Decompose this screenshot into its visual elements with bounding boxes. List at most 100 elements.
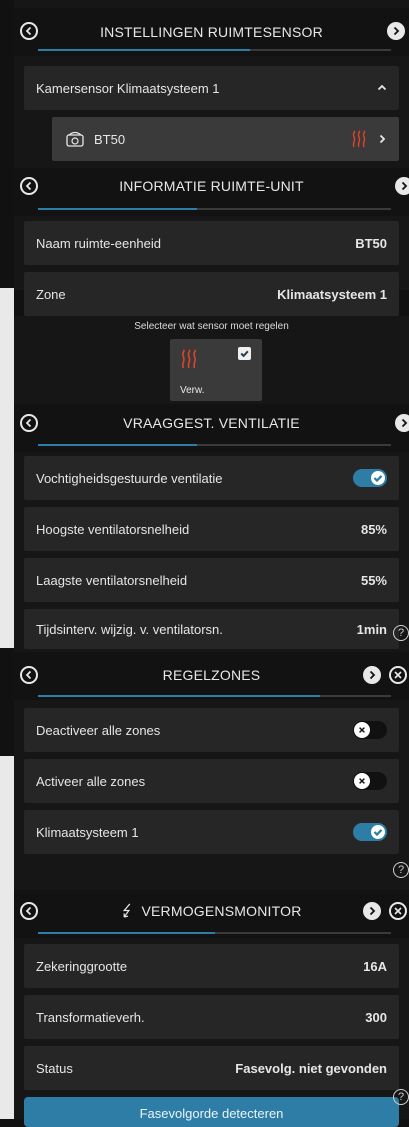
row-value: BT50 xyxy=(355,235,387,251)
close-icon xyxy=(394,671,402,679)
zone-row-deactiveer[interactable]: Deactiveer alle zones xyxy=(24,708,399,752)
background-strip xyxy=(0,288,14,648)
chevron-right-icon xyxy=(393,26,400,36)
close-button[interactable] xyxy=(389,902,407,920)
row-value: 16A xyxy=(363,958,387,974)
progress-bar xyxy=(38,208,391,210)
ruimtesensor-header: INSTELLINGEN RUIMTESENSOR xyxy=(14,8,409,56)
monitor-row-transformatie[interactable]: Transformatieverh. 300 xyxy=(24,995,399,1039)
row-label: Zone xyxy=(36,286,66,302)
checkmark-icon xyxy=(373,475,383,483)
row-value: 1min xyxy=(356,621,387,637)
help-icon[interactable]: ? xyxy=(393,625,409,641)
chevron-right-icon xyxy=(369,906,376,916)
progress-bar xyxy=(38,695,391,697)
zone-row-klimaatsysteem[interactable]: Klimaatsysteem 1 xyxy=(24,810,399,854)
sensor-prompt: Selecteer wat sensor moet regelen xyxy=(134,321,289,332)
zone-row-activeer[interactable]: Activeer alle zones xyxy=(24,759,399,803)
ventilatie-row-hoogste[interactable]: Hoogste ventilatorsnelheid 85% xyxy=(24,507,399,551)
heating-icon xyxy=(181,349,197,369)
detect-phase-button[interactable]: Fasevolgorde detecteren xyxy=(24,1097,399,1127)
chevron-right-icon xyxy=(401,181,408,191)
toggle-knob xyxy=(371,825,385,839)
device-row-bt50[interactable]: BT50 xyxy=(52,117,399,161)
device-name: BT50 xyxy=(94,131,126,147)
x-icon xyxy=(359,778,365,784)
room-sensor-icon xyxy=(66,131,84,147)
progress-fill xyxy=(38,444,197,446)
chevron-right-icon xyxy=(401,418,408,428)
chevron-right-icon xyxy=(369,670,376,680)
info-row-zone[interactable]: Zone Klimaatsysteem 1 xyxy=(24,272,399,316)
section-title: REGELZONES xyxy=(162,667,261,683)
row-label: Klimaatsysteem 1 xyxy=(36,824,139,840)
row-value: 85% xyxy=(360,521,387,537)
row-label: Naam ruimte-eenheid xyxy=(36,235,162,251)
row-label: Laagste ventilatorsnelheid xyxy=(36,572,188,588)
close-icon xyxy=(394,907,402,915)
row-label: Activeer alle zones xyxy=(36,773,146,789)
toggle-knob xyxy=(354,722,370,738)
toggle-switch-off[interactable] xyxy=(353,772,387,790)
section-title: VRAAGGEST. VENTILATIE xyxy=(123,415,300,431)
progress-fill xyxy=(38,932,215,934)
group-row-kamersensor[interactable]: Kamersensor Klimaatsysteem 1 xyxy=(24,66,399,110)
progress-fill xyxy=(38,695,321,697)
x-icon xyxy=(359,727,365,733)
close-button[interactable] xyxy=(389,666,407,684)
progress-bar xyxy=(38,444,391,446)
forward-button[interactable] xyxy=(363,666,381,684)
progress-bar xyxy=(38,932,391,934)
toggle-knob xyxy=(371,471,385,485)
forward-button[interactable] xyxy=(395,177,409,195)
ventilatie-row-tijdsinterval[interactable]: Tijdsinterv. wijzig. v. ventilatorsn. 1m… xyxy=(24,609,399,649)
row-label: Tijdsinterv. wijzig. v. ventilatorsn. xyxy=(36,621,223,637)
progress-fill xyxy=(38,208,197,210)
lightning-icon xyxy=(123,903,131,918)
chevron-up-icon xyxy=(377,84,387,91)
row-value: Fasevolg. niet gevonden xyxy=(235,1060,387,1076)
forward-button[interactable] xyxy=(395,414,409,432)
help-icon[interactable]: ? xyxy=(393,862,409,878)
row-label: Zekeringgrootte xyxy=(36,958,128,974)
ruimte-unit-header: INFORMATIE RUIMTE-UNIT xyxy=(14,168,409,216)
progress-bar xyxy=(38,49,391,51)
toggle-switch-on[interactable] xyxy=(353,469,387,487)
section-title: INFORMATIE RUIMTE-UNIT xyxy=(119,178,304,194)
heating-icon xyxy=(352,130,366,148)
ventilatie-header: VRAAGGEST. VENTILATIE xyxy=(14,404,409,452)
section-title: INSTELLINGEN RUIMTESENSOR xyxy=(100,24,323,40)
row-label: Status xyxy=(36,1060,73,1076)
row-label: Vochtigheidsgestuurde ventilatie xyxy=(36,470,223,486)
chevron-right-icon xyxy=(379,134,386,144)
progress-fill xyxy=(38,49,250,51)
checkbox-checked[interactable] xyxy=(238,347,251,360)
toggle-switch-on[interactable] xyxy=(353,823,387,841)
vermogensmonitor-title: VERMOGENSMONITOR xyxy=(14,903,409,919)
group-label: Kamersensor Klimaatsysteem 1 xyxy=(36,80,220,96)
row-value: 300 xyxy=(365,1009,387,1025)
vermogensmonitor-header: VERMOGENSMONITOR xyxy=(14,890,409,938)
checkmark-icon xyxy=(373,829,383,837)
monitor-row-zekering[interactable]: Zekeringgrootte 16A xyxy=(24,944,399,988)
ventilatie-row-vochtigheid[interactable]: Vochtigheidsgestuurde ventilatie xyxy=(24,456,399,500)
monitor-row-status[interactable]: Status Fasevolg. niet gevonden xyxy=(24,1046,399,1090)
toggle-knob xyxy=(354,773,370,789)
row-label: Deactiveer alle zones xyxy=(36,722,161,738)
section-title: VERMOGENSMONITOR xyxy=(141,903,302,919)
regelzones-header: REGELZONES xyxy=(14,652,409,700)
info-row-naam[interactable]: Naam ruimte-eenheid BT50 xyxy=(24,221,399,265)
toggle-switch-off[interactable] xyxy=(353,721,387,739)
background-strip xyxy=(0,756,14,1119)
row-value: Klimaatsysteem 1 xyxy=(277,286,387,302)
row-label: Transformatieverh. xyxy=(36,1009,145,1025)
sensor-option-verw[interactable]: Verw. xyxy=(170,339,262,401)
checkmark-icon xyxy=(240,350,249,358)
ventilatie-row-laagste[interactable]: Laagste ventilatorsnelheid 55% xyxy=(24,558,399,602)
row-label: Hoogste ventilatorsnelheid xyxy=(36,521,190,537)
forward-button[interactable] xyxy=(363,902,381,920)
sensor-option-label: Verw. xyxy=(180,385,205,396)
help-icon[interactable]: ? xyxy=(393,1089,409,1105)
row-value: 55% xyxy=(360,572,387,588)
forward-button[interactable] xyxy=(387,22,405,40)
